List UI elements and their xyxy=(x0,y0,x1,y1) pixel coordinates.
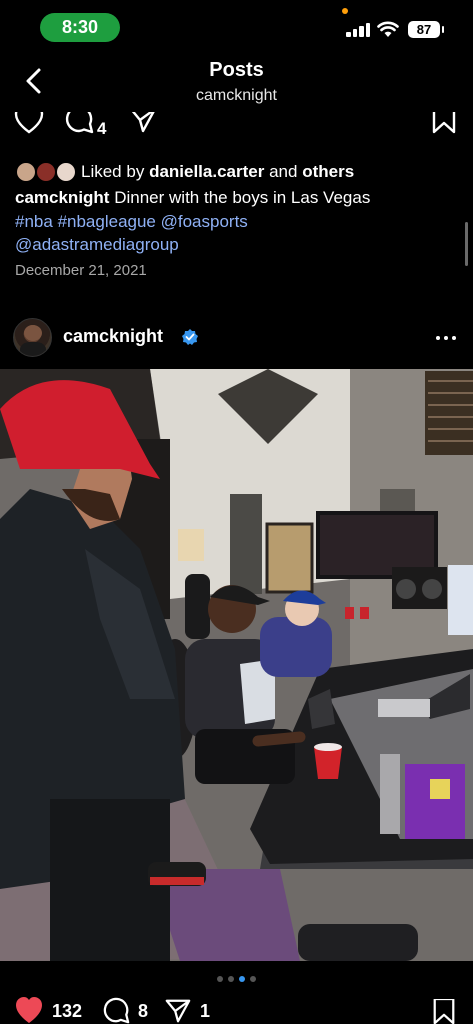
heart-filled-icon xyxy=(16,997,42,1023)
privacy-indicator-dot xyxy=(342,8,348,14)
status-bar: 8:30 87 xyxy=(0,0,473,54)
post-header: camcknight xyxy=(0,316,473,360)
previous-comment-count: 4 xyxy=(97,119,107,138)
like-button[interactable]: 132 xyxy=(14,997,82,1024)
share-count: 1 xyxy=(200,1000,211,1021)
page-subtitle: camcknight xyxy=(196,87,277,104)
battery-indicator: 87 xyxy=(408,21,444,38)
post-username[interactable]: camcknight xyxy=(63,326,163,347)
hashtag-link[interactable]: #nba xyxy=(15,212,53,231)
comment-icon xyxy=(103,997,130,1024)
page-title: Posts xyxy=(209,59,264,81)
post-actions: 132 8 1 xyxy=(0,995,473,1024)
liker-avatar xyxy=(35,161,57,183)
scrollbar[interactable] xyxy=(465,222,468,266)
post-date: December 21, 2021 xyxy=(15,262,147,279)
verified-badge-icon xyxy=(182,329,198,345)
liked-by-and: and xyxy=(269,162,298,181)
carousel-dot-active xyxy=(239,976,245,982)
share-icon[interactable] xyxy=(128,112,158,134)
comment-button[interactable]: 8 xyxy=(102,997,148,1024)
comment-icon[interactable] xyxy=(64,112,94,134)
caption-username[interactable]: camcknight xyxy=(15,188,109,207)
bookmark-icon[interactable] xyxy=(432,112,456,134)
carousel-indicator xyxy=(0,976,473,982)
previous-post-caption: camcknight Dinner with the boys in Las V… xyxy=(15,186,460,257)
carousel-dot xyxy=(228,976,234,982)
cellular-signal-icon xyxy=(346,23,372,37)
liked-by-user-link[interactable]: daniella.carter xyxy=(149,162,264,182)
heart-outline-icon[interactable] xyxy=(14,112,44,134)
liker-avatar xyxy=(15,161,37,183)
status-time: 8:30 xyxy=(40,13,120,42)
share-button[interactable]: 1 xyxy=(164,997,210,1024)
mention-link[interactable]: @foasports xyxy=(161,212,248,231)
carousel-dot xyxy=(217,976,223,982)
mention-link[interactable]: @adastramediagroup xyxy=(15,235,179,254)
wifi-icon xyxy=(377,21,399,37)
like-count: 132 xyxy=(52,1000,83,1021)
caption-text: Dinner with the boys in Las Vegas xyxy=(114,188,371,207)
post-photo[interactable] xyxy=(0,369,473,961)
comment-count: 8 xyxy=(138,1000,149,1021)
hashtag-link[interactable]: #nbagleague xyxy=(58,212,156,231)
more-options-icon[interactable] xyxy=(436,328,456,348)
liked-by-row[interactable]: Liked by daniella.carter and others xyxy=(15,160,354,184)
avatar[interactable] xyxy=(13,318,52,357)
previous-post-actions: 4 xyxy=(0,112,473,142)
liker-avatars xyxy=(15,161,77,183)
share-icon xyxy=(165,999,191,1023)
liked-by-others-link[interactable]: others xyxy=(302,162,354,182)
carousel-dot xyxy=(250,976,256,982)
bookmark-icon[interactable] xyxy=(432,999,456,1024)
liker-avatar xyxy=(55,161,77,183)
liked-by-prefix: Liked by xyxy=(81,162,145,181)
